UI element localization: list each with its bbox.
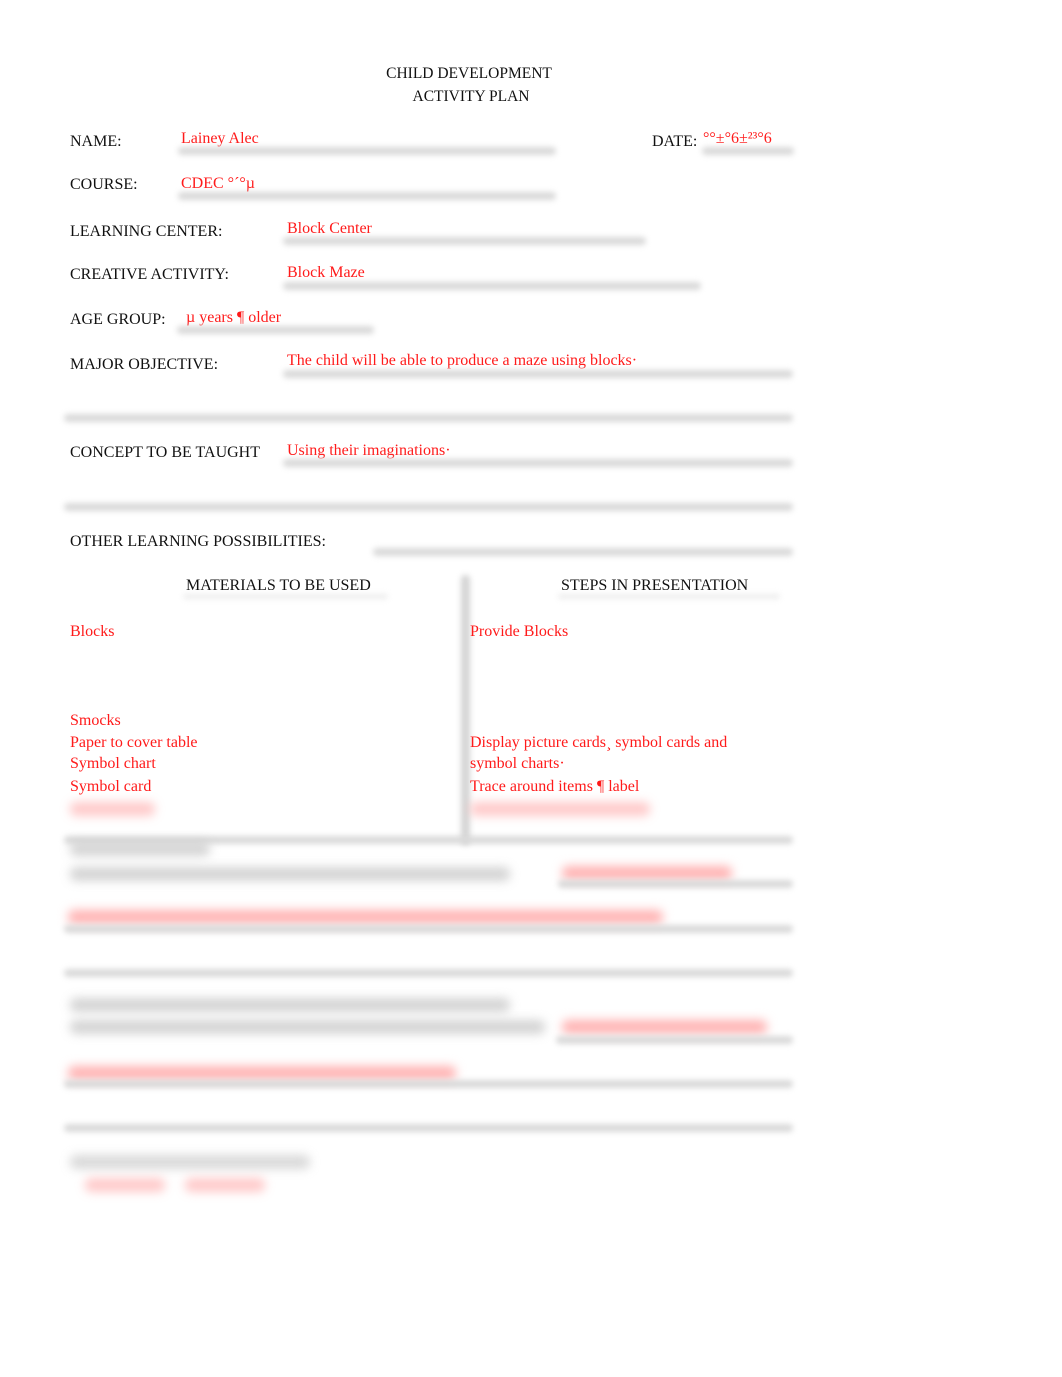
blurred-value	[85, 1178, 165, 1192]
material-item: Blocks	[70, 623, 115, 640]
blurred-underline	[64, 1124, 793, 1132]
blurred-label	[70, 998, 510, 1012]
name-label: NAME:	[70, 133, 122, 150]
blurred-step-item	[470, 802, 650, 816]
step-item: Provide Blocks	[470, 623, 569, 640]
step-item: symbol charts·	[470, 755, 565, 772]
date-underline	[702, 147, 794, 155]
other-learning-label: OTHER LEARNING POSSIBILITIES:	[70, 533, 326, 550]
document-title-line1: CHILD DEVELOPMENT	[386, 65, 552, 82]
name-value[interactable]: Lainey Alec	[181, 130, 259, 148]
major-objective-underline-2	[64, 414, 793, 422]
major-objective-label: MAJOR OBJECTIVE:	[70, 356, 219, 373]
name-underline	[178, 147, 556, 155]
materials-header-underline	[183, 594, 388, 599]
creative-activity-label: CREATIVE ACTIVITY:	[70, 266, 229, 283]
blurred-label	[70, 1155, 310, 1169]
course-underline	[178, 192, 556, 200]
steps-header-underline	[558, 594, 780, 599]
materials-header: MATERIALS TO BE USED	[186, 577, 371, 594]
blurred-value	[68, 910, 663, 924]
date-label: DATE:	[652, 133, 698, 150]
date-value[interactable]: °°±°6±²³°6	[703, 130, 772, 148]
course-label: COURSE:	[70, 176, 138, 193]
blurred-underline	[64, 969, 793, 977]
major-objective-underline	[283, 370, 793, 378]
blurred-value	[68, 1066, 456, 1080]
step-item: Trace around items ¶ label	[470, 778, 640, 795]
age-group-underline	[177, 326, 374, 334]
blurred-label	[70, 842, 210, 856]
step-item: Display picture cards¸ symbol cards and	[470, 734, 728, 751]
blurred-value	[185, 1178, 265, 1192]
blurred-label	[70, 1020, 545, 1034]
blurred-value	[562, 866, 732, 880]
creative-activity-underline	[283, 282, 701, 290]
concept-value[interactable]: Using their imaginations·	[287, 442, 451, 460]
age-group-label: AGE GROUP:	[70, 311, 166, 328]
concept-label: CONCEPT TO BE TAUGHT	[70, 444, 260, 461]
concept-underline-2	[64, 503, 793, 511]
creative-activity-value[interactable]: Block Maze	[287, 264, 365, 282]
blurred-material-item	[70, 802, 155, 816]
blurred-underline	[64, 1080, 793, 1088]
document-title-line2: ACTIVITY PLAN	[412, 88, 530, 105]
blurred-underline	[64, 925, 793, 933]
blurred-label	[70, 867, 510, 881]
learning-center-label: LEARNING CENTER:	[70, 223, 223, 240]
learning-center-value[interactable]: Block Center	[287, 220, 372, 238]
steps-header: STEPS IN PRESENTATION	[561, 577, 749, 594]
major-objective-value[interactable]: The child will be able to produce a maze…	[287, 352, 637, 370]
course-value[interactable]: CDEC °´°µ	[181, 175, 255, 193]
blurred-value	[562, 1020, 767, 1034]
age-group-value[interactable]: µ years ¶ older	[186, 309, 281, 327]
column-divider	[461, 575, 470, 845]
concept-underline	[283, 459, 793, 467]
material-item: Symbol card	[70, 778, 152, 795]
learning-center-underline	[283, 237, 646, 245]
other-learning-underline	[373, 548, 793, 556]
blurred-underline	[558, 880, 793, 888]
material-item: Paper to cover table	[70, 734, 198, 751]
material-item: Smocks	[70, 712, 121, 729]
material-item: Symbol chart	[70, 755, 156, 772]
blurred-underline	[556, 1036, 793, 1044]
